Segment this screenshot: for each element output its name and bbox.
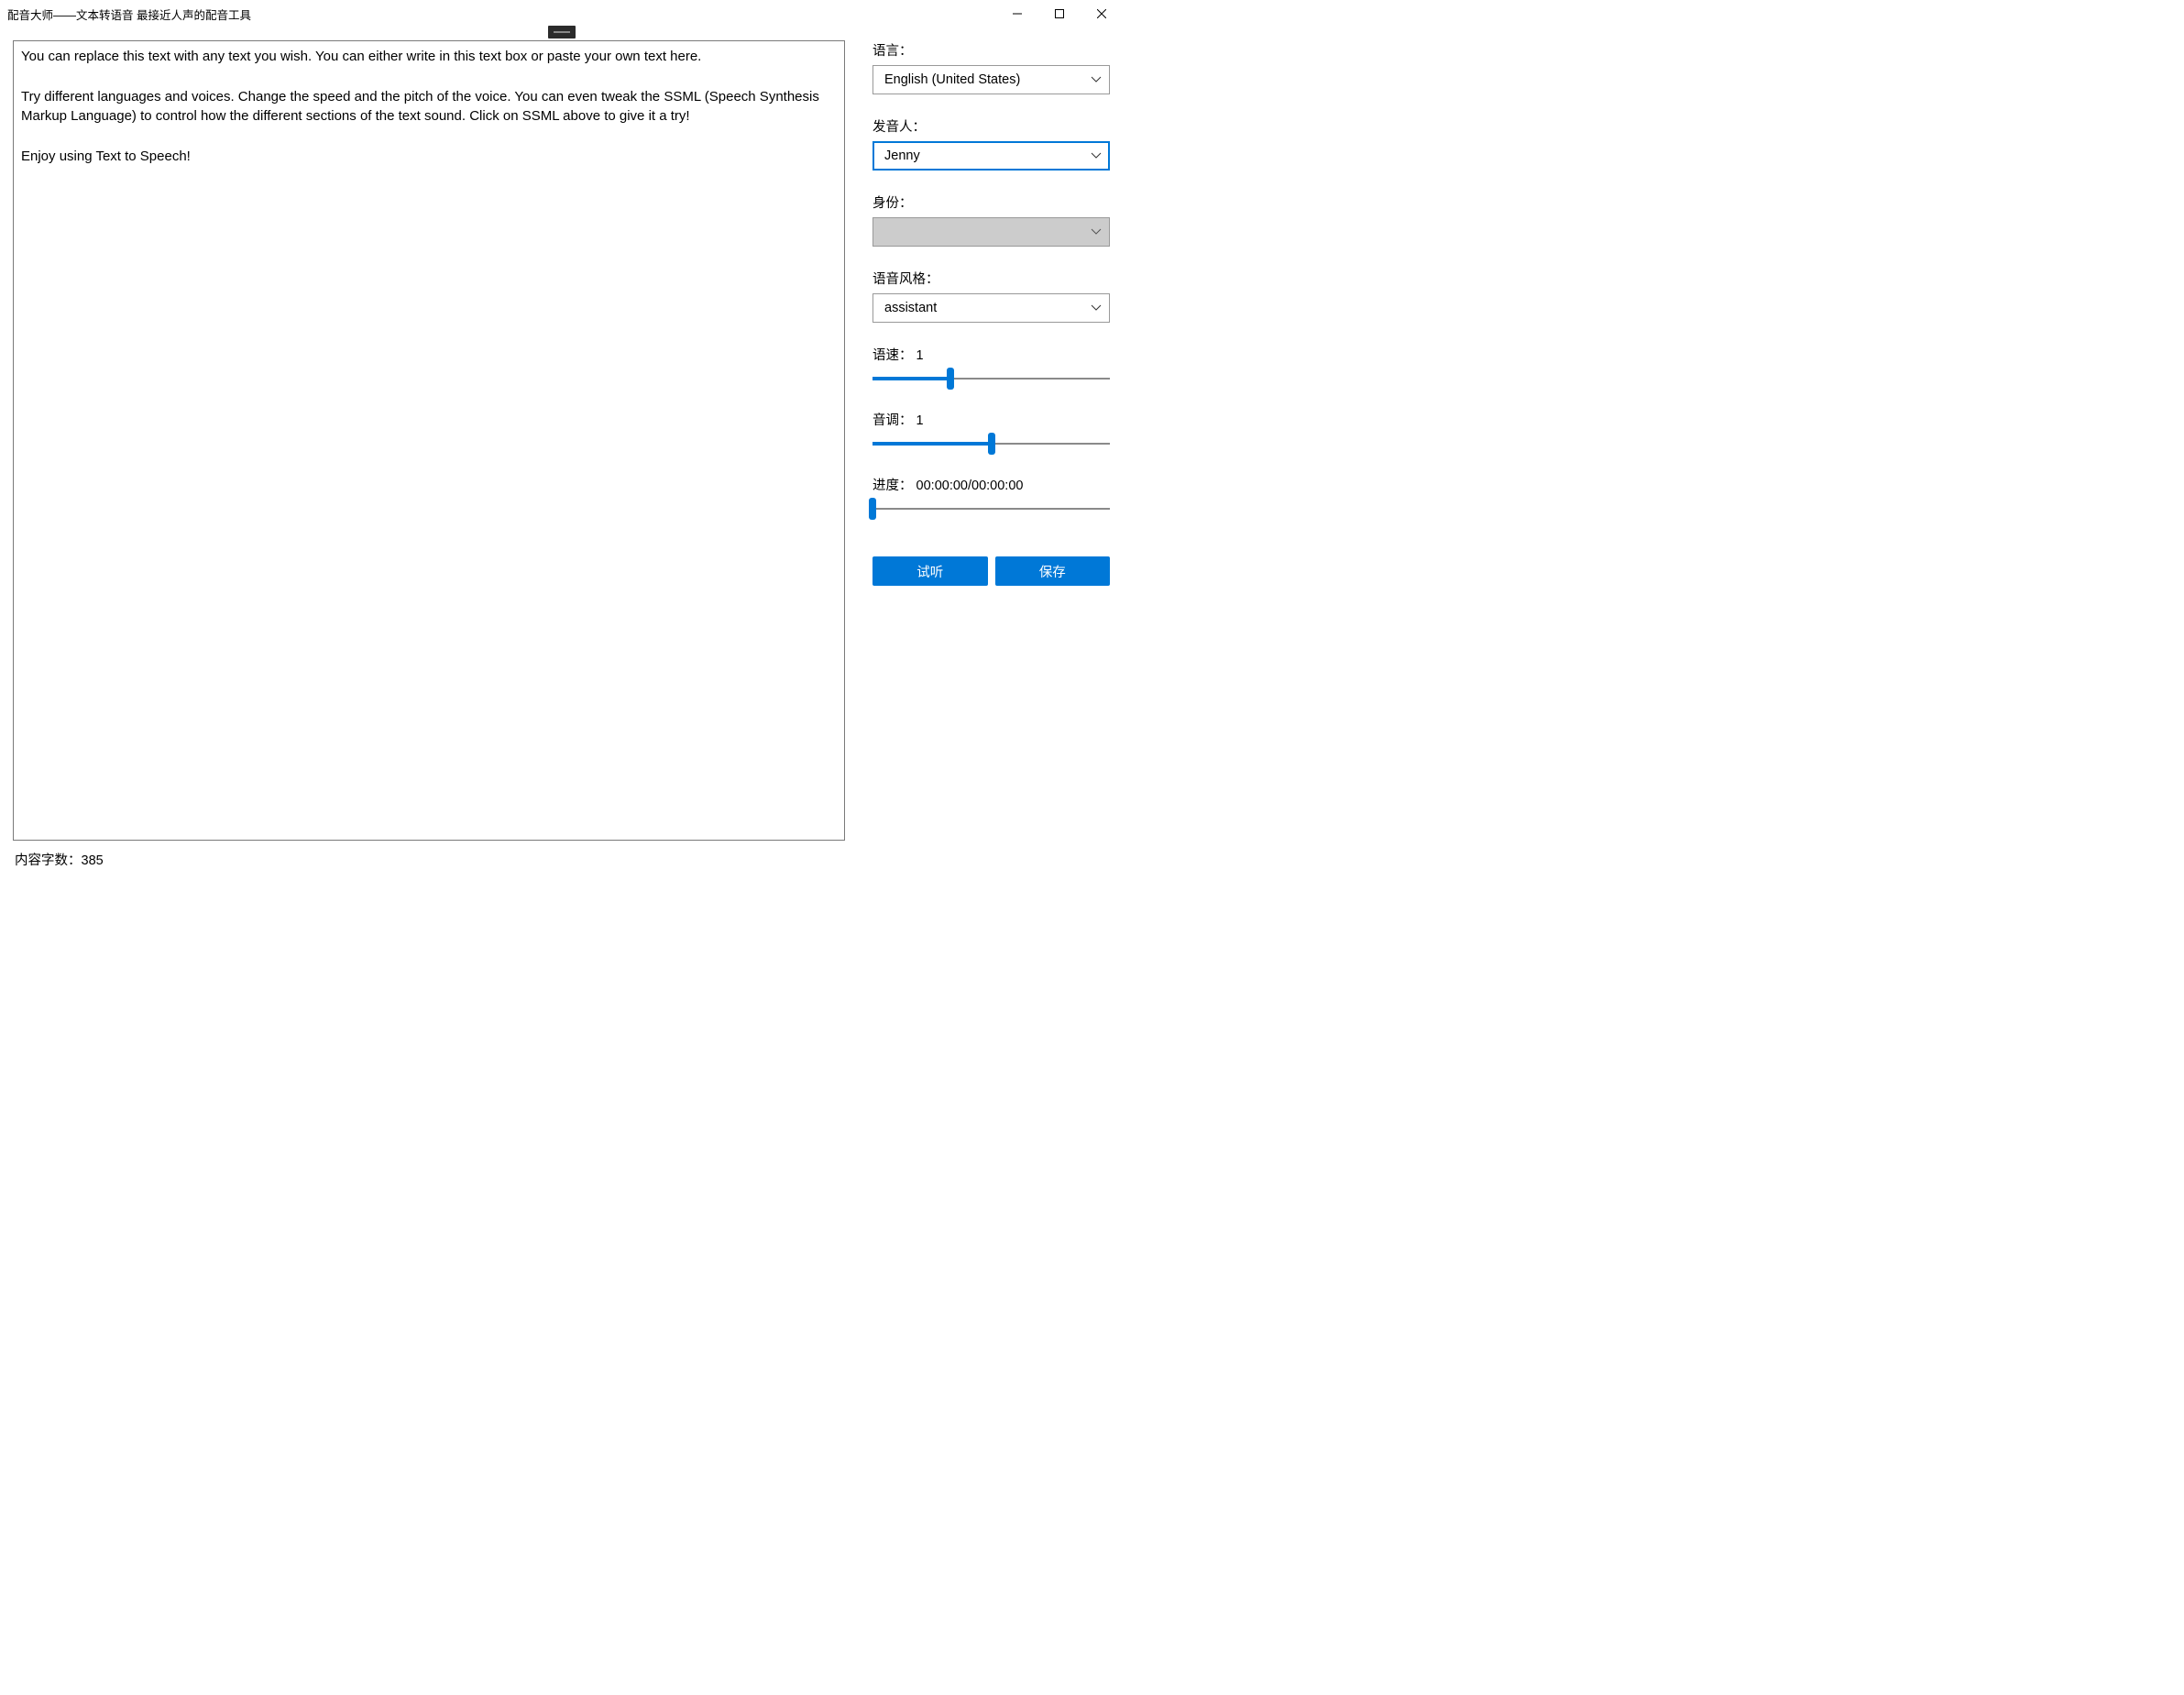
language-select[interactable]: English (United States) [873,65,1110,94]
slider-fill [873,442,992,446]
word-count: 内容字数：385 [13,841,845,880]
pitch-label-row: 音调： 1 [873,410,1110,429]
speed-group: 语速： 1 [873,345,1110,388]
style-group: 语音风格： assistant [873,269,1110,323]
drag-handle[interactable] [548,26,576,39]
slider-thumb[interactable] [947,368,954,390]
minimize-button[interactable] [996,0,1038,28]
progress-value: 00:00:00/00:00:00 [916,479,1024,493]
progress-label: 进度： [873,479,913,493]
close-button[interactable] [1081,0,1123,28]
text-input[interactable] [13,40,845,841]
maximize-button[interactable] [1038,0,1081,28]
action-buttons: 试听 保存 [873,556,1110,586]
word-count-label: 内容字数： [15,853,82,868]
speed-label-row: 语速： 1 [873,345,1110,364]
identity-select[interactable] [873,217,1110,247]
slider-thumb[interactable] [869,498,876,520]
speaker-value: Jenny [884,149,920,163]
progress-label-row: 进度： 00:00:00/00:00:00 [873,475,1110,494]
progress-slider[interactable] [873,500,1110,518]
slider-fill [873,377,950,380]
save-button[interactable]: 保存 [995,556,1111,586]
pitch-label: 音调： [873,413,913,428]
slider-thumb[interactable] [988,433,995,455]
style-value: assistant [884,301,937,315]
speaker-group: 发音人： Jenny [873,116,1110,171]
speaker-label: 发音人： [873,116,1110,136]
language-label: 语言： [873,40,1110,60]
identity-group: 身份： [873,193,1110,247]
chevron-down-icon [1091,225,1102,239]
window-controls [996,0,1123,28]
speed-label: 语速： [873,348,913,363]
word-count-value: 385 [82,853,104,868]
window-title: 配音大师——文本转语音 最接近人声的配音工具 [7,6,251,23]
chevron-down-icon [1091,72,1102,87]
language-value: English (United States) [884,72,1020,87]
content-area: 内容字数：385 语言： English (United States) 发音人… [0,28,1123,880]
settings-pane: 语言： English (United States) 发音人： Jenny 身… [873,40,1110,880]
maximize-icon [1055,9,1064,18]
editor-pane: 内容字数：385 [13,40,845,880]
close-icon [1097,9,1106,18]
style-label: 语音风格： [873,269,1110,288]
speaker-select[interactable]: Jenny [873,141,1110,171]
pitch-group: 音调： 1 [873,410,1110,453]
chevron-down-icon [1091,149,1102,163]
pitch-value: 1 [916,413,924,428]
identity-label: 身份： [873,193,1110,212]
slider-track [873,508,1110,510]
pitch-slider[interactable] [873,435,1110,453]
chevron-down-icon [1091,301,1102,315]
app-window: 配音大师——文本转语音 最接近人声的配音工具 内容字数：385 语言 [0,0,1123,880]
progress-group: 进度： 00:00:00/00:00:00 [873,475,1110,518]
preview-button[interactable]: 试听 [873,556,988,586]
speed-slider[interactable] [873,369,1110,388]
speed-value: 1 [916,348,924,363]
style-select[interactable]: assistant [873,293,1110,323]
language-group: 语言： English (United States) [873,40,1110,94]
title-bar: 配音大师——文本转语音 最接近人声的配音工具 [0,0,1123,28]
minimize-icon [1013,9,1022,18]
